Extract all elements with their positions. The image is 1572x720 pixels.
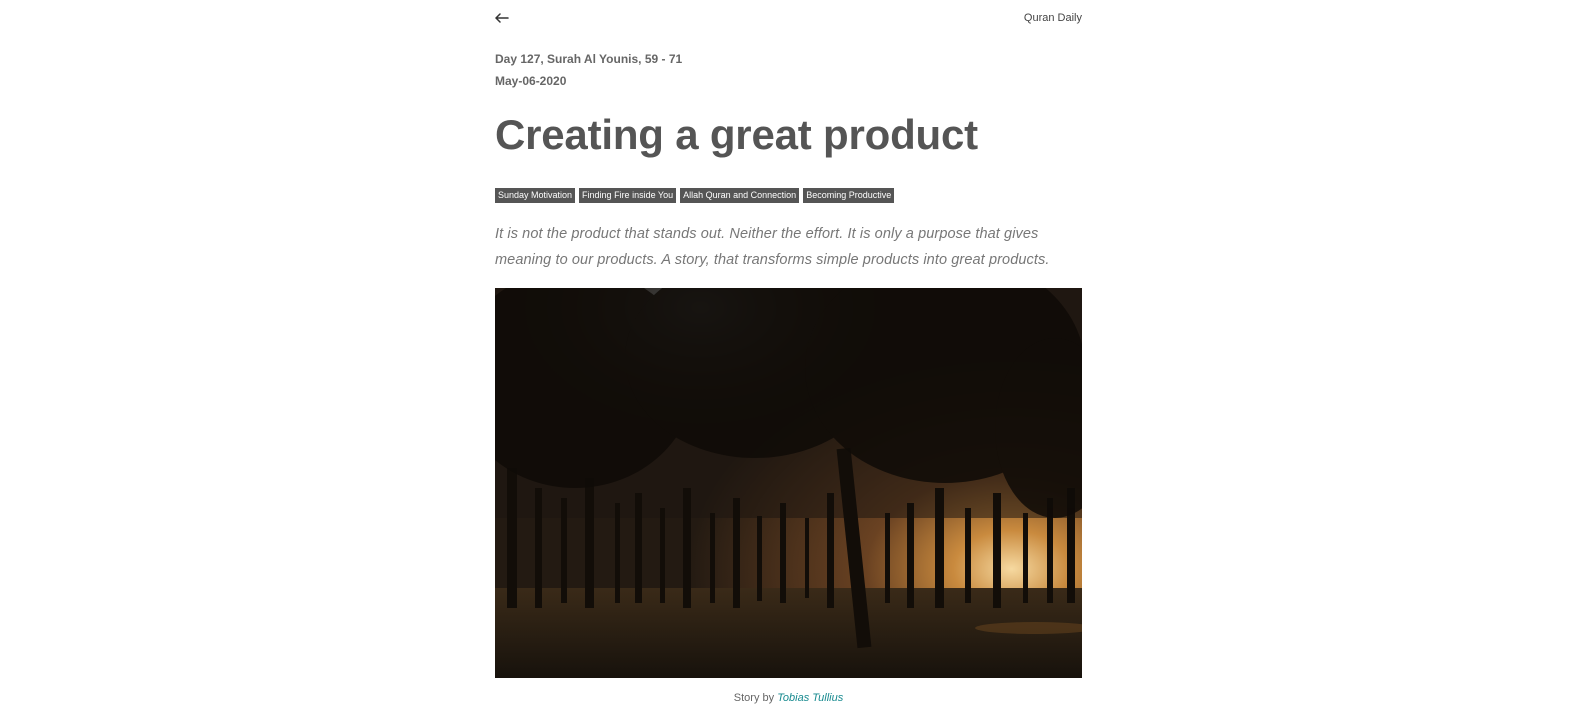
tag-list: Sunday Motivation Finding Fire inside Yo…: [495, 188, 1082, 203]
lead-paragraph: It is not the product that stands out. N…: [495, 226, 1050, 268]
top-bar: Quran Daily: [495, 0, 1082, 36]
story-credit: Story by Tobias Tullius: [495, 692, 1082, 704]
back-button[interactable]: [495, 9, 513, 27]
brand-link[interactable]: Quran Daily: [1024, 12, 1082, 24]
post-date: May-06-2020: [495, 74, 567, 88]
page-title: Creating a great product: [495, 111, 978, 158]
forest-sunrise-photo: [495, 287, 1082, 678]
article-container: Quran Daily Day 127, Surah Al Younis, 59…: [495, 0, 1082, 704]
tag-finding-fire[interactable]: Finding Fire inside You: [579, 188, 677, 203]
tag-allah-quran[interactable]: Allah Quran and Connection: [680, 188, 800, 203]
author-link[interactable]: Tobias Tullius: [777, 692, 843, 704]
hero-image: [495, 287, 1082, 678]
post-meta: Day 127, Surah Al Younis, 59 - 71 May-06…: [495, 48, 1082, 92]
tag-sunday-motivation[interactable]: Sunday Motivation: [495, 188, 576, 203]
tag-becoming-productive[interactable]: Becoming Productive: [803, 188, 895, 203]
arrow-left-icon: [495, 13, 509, 23]
day-info: Day 127, Surah Al Younis, 59 - 71: [495, 52, 683, 66]
credit-prefix: Story by: [733, 691, 775, 704]
